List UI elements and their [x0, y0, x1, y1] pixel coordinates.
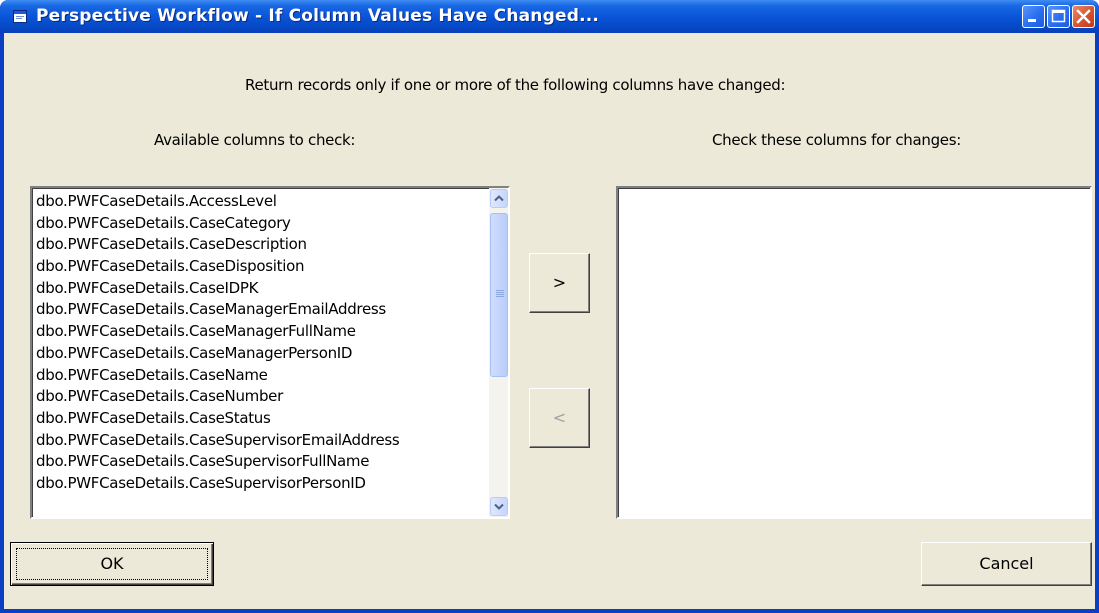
- dialog-window: Perspective Workflow - If Column Values …: [0, 0, 1099, 613]
- instruction-label: Return records only if one or more of th…: [245, 76, 786, 94]
- list-item[interactable]: dbo.PWFCaseDetails.CaseName: [36, 365, 399, 387]
- vertical-scrollbar[interactable]: [489, 188, 508, 517]
- maximize-button[interactable]: [1047, 5, 1070, 28]
- scroll-thumb[interactable]: [490, 213, 508, 377]
- list-item[interactable]: dbo.PWFCaseDetails.CaseStatus: [36, 408, 399, 430]
- list-item[interactable]: dbo.PWFCaseDetails.CaseDescription: [36, 234, 399, 256]
- minimize-button[interactable]: [1022, 5, 1045, 28]
- selected-columns-list[interactable]: [616, 186, 1092, 519]
- grip-icon: [496, 290, 504, 291]
- remove-column-label: <: [552, 408, 567, 427]
- maximize-icon: [1051, 9, 1066, 23]
- list-item[interactable]: dbo.PWFCaseDetails.CaseSupervisorPersonI…: [36, 473, 399, 495]
- focus-rect: [16, 548, 208, 580]
- add-column-button[interactable]: >: [529, 253, 590, 313]
- minimize-icon: [1028, 19, 1036, 22]
- title-bar[interactable]: Perspective Workflow - If Column Values …: [0, 0, 1099, 33]
- close-icon: [1076, 9, 1091, 24]
- list-item[interactable]: dbo.PWFCaseDetails.CaseSupervisorFullNam…: [36, 451, 399, 473]
- available-columns-list[interactable]: dbo.PWFCaseDetails.AccessLevel dbo.PWFCas…: [30, 186, 510, 519]
- dialog-body: Return records only if one or more of th…: [4, 33, 1095, 609]
- chevron-up-icon: [494, 195, 504, 202]
- window-app-icon: [13, 10, 27, 23]
- list-item[interactable]: dbo.PWFCaseDetails.CaseManagerPersonID: [36, 343, 399, 365]
- remove-column-button[interactable]: <: [529, 388, 590, 448]
- cancel-label: Cancel: [979, 554, 1034, 573]
- list-item[interactable]: dbo.PWFCaseDetails.CaseNumber: [36, 386, 399, 408]
- list-item[interactable]: dbo.PWFCaseDetails.CaseDisposition: [36, 256, 399, 278]
- window-title: Perspective Workflow - If Column Values …: [36, 6, 600, 26]
- list-item[interactable]: dbo.PWFCaseDetails.AccessLevel: [36, 191, 399, 213]
- available-columns-items: dbo.PWFCaseDetails.AccessLevel dbo.PWFCas…: [36, 191, 400, 495]
- list-item[interactable]: dbo.PWFCaseDetails.CaseIDPK: [36, 278, 399, 300]
- scroll-down-button[interactable]: [490, 497, 508, 516]
- selected-columns-label: Check these columns for changes:: [712, 131, 962, 149]
- cancel-button[interactable]: Cancel: [921, 542, 1092, 586]
- add-column-label: >: [552, 273, 567, 292]
- list-item[interactable]: dbo.PWFCaseDetails.CaseManagerEmailAddre…: [36, 299, 399, 321]
- ok-button[interactable]: OK: [10, 542, 214, 586]
- close-button[interactable]: [1072, 5, 1095, 28]
- list-item[interactable]: dbo.PWFCaseDetails.CaseSupervisorEmailAd…: [36, 430, 400, 452]
- list-item[interactable]: dbo.PWFCaseDetails.CaseCategory: [36, 213, 399, 235]
- chevron-down-icon: [494, 503, 504, 510]
- scroll-up-button[interactable]: [490, 189, 508, 208]
- available-columns-label: Available columns to check:: [154, 131, 356, 149]
- list-item[interactable]: dbo.PWFCaseDetails.CaseManagerFullName: [36, 321, 399, 343]
